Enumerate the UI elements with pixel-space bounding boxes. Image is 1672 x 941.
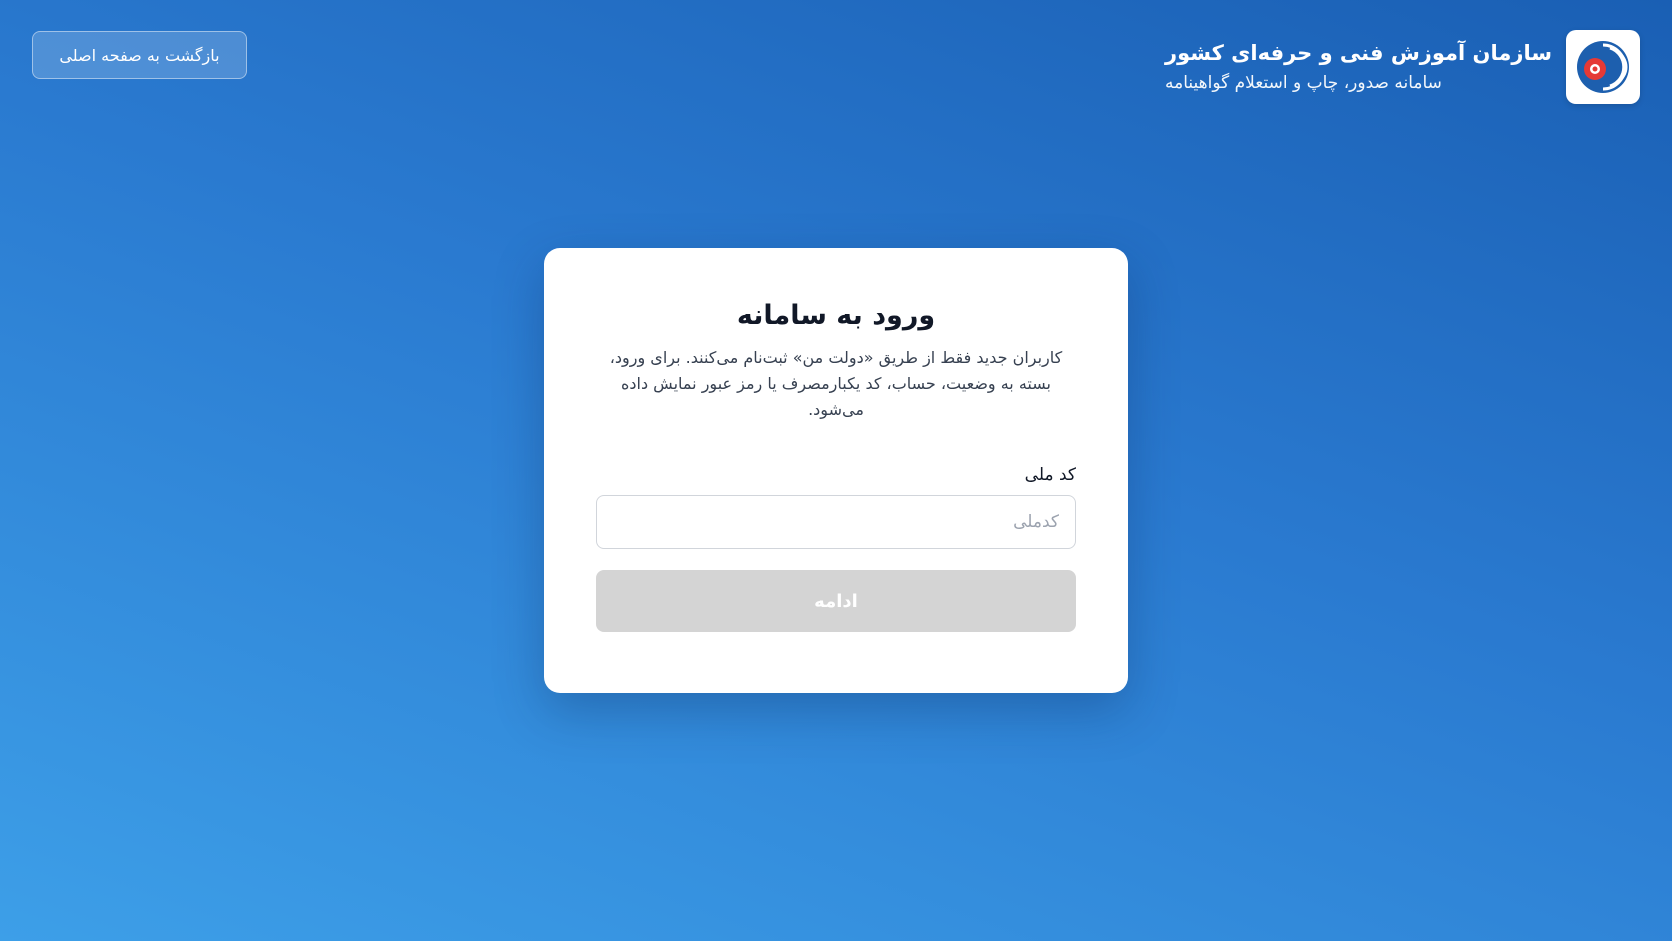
top-header: سازمان آموزش فنی و حرفه‌ای کشور سامانه ص… — [0, 0, 1672, 110]
continue-button[interactable]: ادامه — [596, 570, 1076, 632]
login-title: ورود به سامانه — [736, 300, 936, 331]
national-code-input[interactable] — [596, 495, 1076, 549]
brand-text: سازمان آموزش فنی و حرفه‌ای کشور سامانه ص… — [1165, 41, 1552, 93]
tvto-logo-icon — [1577, 41, 1629, 93]
login-description: کاربران جدید فقط از طریق «دولت من» ثبت‌ن… — [609, 348, 1063, 419]
organization-logo — [1566, 30, 1640, 104]
back-to-home-button[interactable]: بازگشت به صفحه اصلی — [32, 31, 247, 79]
organization-title: سازمان آموزش فنی و حرفه‌ای کشور — [1164, 41, 1552, 65]
brand: سازمان آموزش فنی و حرفه‌ای کشور سامانه ص… — [1165, 30, 1640, 104]
system-subtitle: سامانه صدور، چاپ و استعلام گواهینامه — [1164, 73, 1442, 93]
login-card: ورود به سامانه کاربران جدید فقط از طریق … — [544, 248, 1128, 693]
national-code-label: کد ملی — [1024, 465, 1076, 485]
